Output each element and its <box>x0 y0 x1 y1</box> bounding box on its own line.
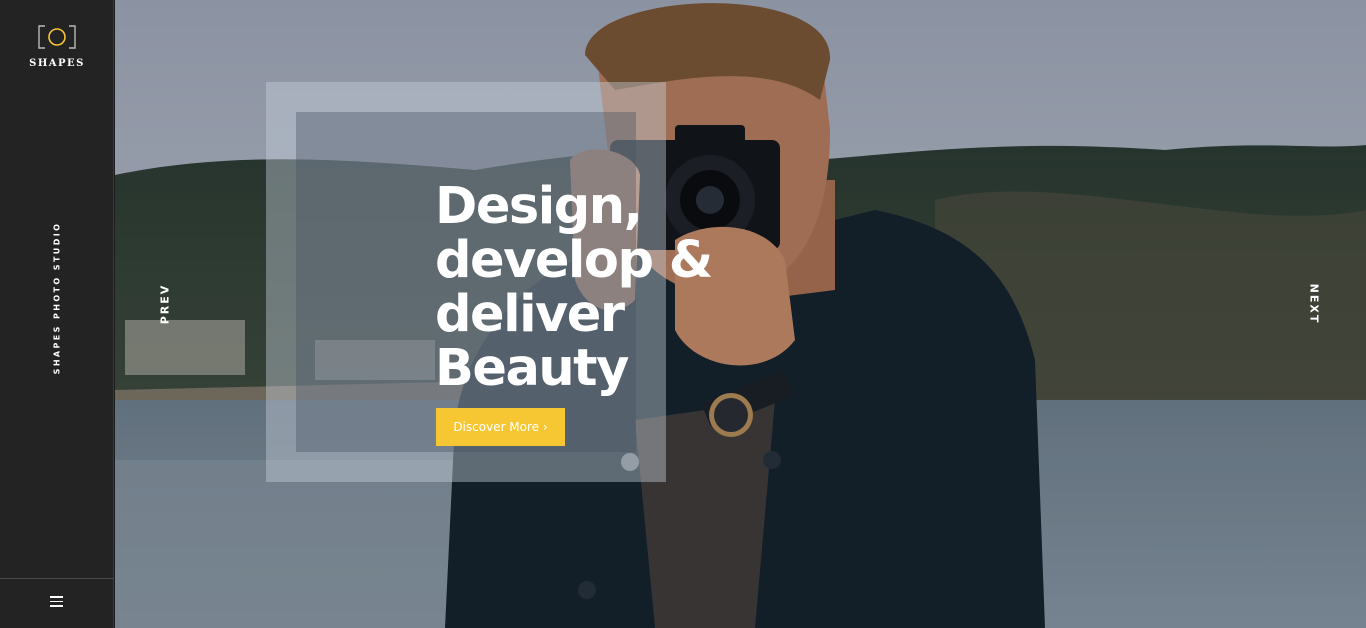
sidebar-footer <box>0 578 114 628</box>
logo[interactable]: SHAPES <box>0 24 114 69</box>
brand-name: SHAPES <box>29 58 85 69</box>
discover-more-button[interactable]: Discover More › <box>436 408 565 446</box>
headline-line: develop & <box>435 231 713 290</box>
hero-slider: Design, develop & deliver Beauty Discove… <box>115 0 1366 628</box>
sidebar: SHAPES SHAPES PHOTO STUDIO <box>0 0 114 628</box>
headline-line: Beauty <box>435 339 629 398</box>
brand-tagline: SHAPES PHOTO STUDIO <box>52 221 62 375</box>
next-slide-button[interactable]: NEXT <box>1308 284 1321 325</box>
camera-frame-icon <box>38 25 76 49</box>
prev-slide-button[interactable]: PREV <box>159 284 172 325</box>
headline-line: deliver <box>435 285 625 344</box>
headline-line: Design, <box>435 177 643 236</box>
hero-headline: Design, develop & deliver Beauty <box>435 177 713 398</box>
hamburger-menu-icon[interactable] <box>50 596 63 608</box>
